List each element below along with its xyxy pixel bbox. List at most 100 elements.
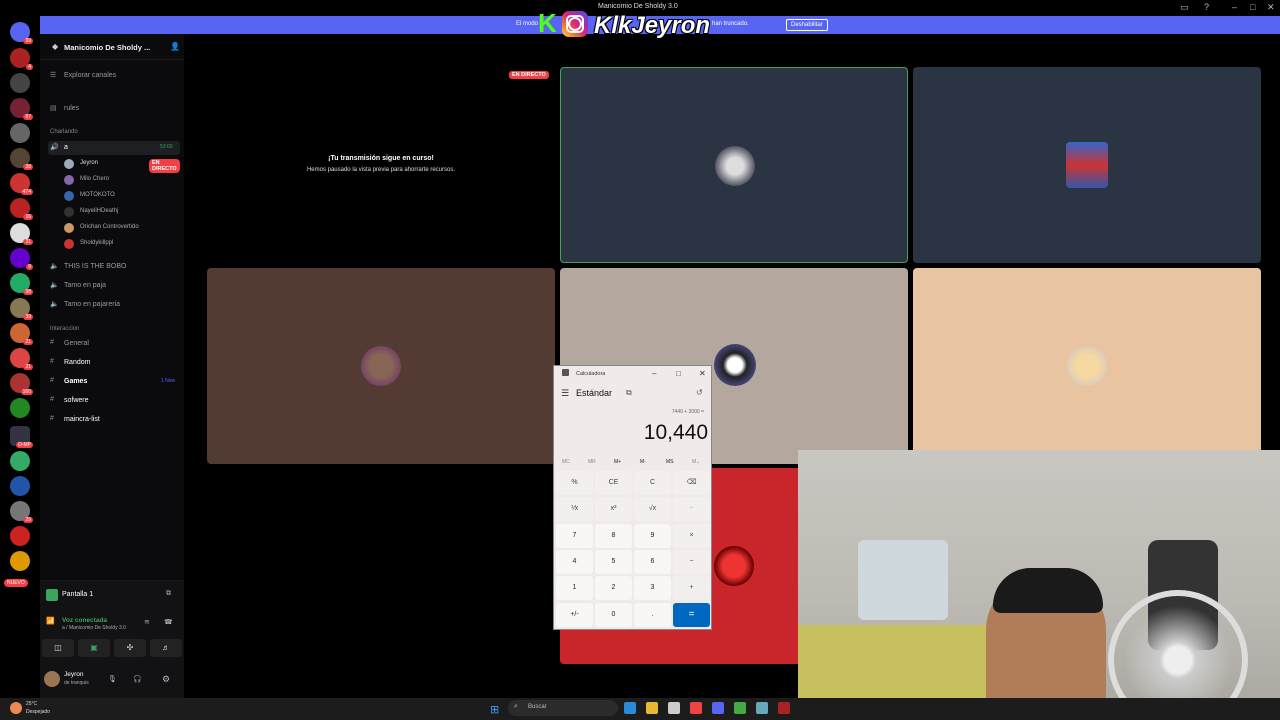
voice-user[interactable]: Orichan Controvertido — [64, 221, 178, 235]
maximize-button[interactable]: □ — [676, 369, 681, 378]
maximize-button[interactable]: □ — [1250, 2, 1255, 12]
text-channel[interactable]: # General — [48, 337, 180, 351]
banner-disable-button[interactable]: Deshabilitar — [786, 19, 828, 31]
participant-tile[interactable] — [207, 268, 555, 464]
negate-key[interactable]: +/- — [556, 603, 593, 627]
server-icon[interactable] — [10, 398, 30, 418]
explore-channels[interactable]: ☰ Explorar canales — [48, 69, 180, 83]
participant-tile[interactable] — [913, 67, 1261, 263]
text-channel[interactable]: # Games 1 New — [48, 375, 180, 389]
brave-icon[interactable] — [690, 702, 702, 714]
discord-home-icon[interactable]: 99 — [10, 22, 33, 44]
activities-button[interactable]: ✣ — [114, 639, 146, 657]
noise-suppression-icon[interactable]: ≋ — [144, 618, 150, 626]
equals-key[interactable]: = — [673, 603, 710, 627]
menu-icon[interactable]: ☰ — [561, 388, 569, 399]
server-icon[interactable] — [10, 451, 30, 471]
avatar[interactable] — [44, 671, 60, 687]
voice-connected[interactable]: Voz conectada — [62, 617, 107, 624]
divide-key[interactable]: ÷ — [673, 497, 710, 521]
voice-user[interactable]: MOTOKOTO — [64, 189, 178, 203]
reciprocal-key[interactable]: ⅟x — [556, 497, 593, 521]
server-icon[interactable] — [10, 551, 30, 571]
memory-subtract-button[interactable]: M- — [640, 459, 646, 465]
server-icon[interactable] — [10, 123, 30, 143]
calculator-window[interactable]: Calculadora – □ ✕ ☰ Estándar ⧉ ↺ 7440 + … — [553, 365, 712, 630]
add-key[interactable]: + — [673, 576, 710, 600]
server-icon[interactable] — [10, 526, 30, 546]
backspace-key[interactable]: ⌫ — [673, 471, 710, 495]
digit-5-key[interactable]: 5 — [595, 550, 632, 574]
category-charlando[interactable]: Charlando — [50, 129, 78, 135]
app-icon[interactable] — [734, 702, 746, 714]
participant-tile[interactable] — [913, 268, 1261, 464]
server-header[interactable]: ◆ Manicomio De Sholdy ... 👤 — [40, 34, 184, 60]
disconnect-icon[interactable]: ☎ — [164, 618, 173, 626]
inbox-icon[interactable]: ▭ — [1180, 2, 1189, 13]
voice-user[interactable]: Sholdykillppl — [64, 237, 178, 251]
digit-6-key[interactable]: 6 — [634, 550, 671, 574]
server-icon[interactable]: 39 — [10, 298, 33, 320]
store-icon[interactable] — [668, 702, 680, 714]
soundboard-button[interactable]: ♬ — [150, 639, 182, 657]
history-icon[interactable]: ↺ — [696, 388, 703, 397]
server-icon[interactable]: 21 — [10, 323, 33, 345]
close-button[interactable]: ✕ — [699, 369, 706, 378]
start-icon[interactable]: ⊞ — [490, 703, 499, 716]
search-box[interactable]: ⌕ Buscar — [508, 700, 618, 716]
server-icon[interactable]: 38 — [10, 148, 33, 170]
server-icon[interactable]: 98 — [10, 273, 33, 295]
edge-icon[interactable] — [624, 702, 636, 714]
digit-2-key[interactable]: 2 — [595, 576, 632, 600]
close-button[interactable]: ✕ — [1267, 2, 1275, 13]
camera-button[interactable]: ◫ — [42, 639, 74, 657]
server-icon[interactable]: 4 — [10, 48, 33, 70]
memory-recall-button[interactable]: MR — [588, 459, 596, 465]
gear-icon[interactable]: ⚙ — [162, 674, 170, 685]
invite-icon[interactable]: 👤 — [170, 42, 180, 51]
calculator-taskbar-icon[interactable] — [756, 702, 768, 714]
category-interaccion[interactable]: Interaccion — [50, 326, 79, 332]
clear-entry-key[interactable]: CE — [595, 471, 632, 495]
text-channel[interactable]: # sofwere — [48, 394, 180, 408]
digit-1-key[interactable]: 1 — [556, 576, 593, 600]
server-icon[interactable]: 9 — [10, 248, 33, 270]
headphones-icon[interactable]: 🎧 — [133, 675, 142, 683]
server-icon[interactable]: 160 — [10, 373, 33, 395]
voice-channel-a[interactable]: 🔊 a 53:03 — [48, 141, 180, 155]
decimal-key[interactable]: . — [634, 603, 671, 627]
multiply-key[interactable]: × — [673, 524, 710, 548]
keep-on-top-icon[interactable]: ⧉ — [626, 388, 632, 398]
server-icon[interactable]: 29 — [10, 501, 33, 523]
voice-channel-pajareria[interactable]: 🔈 Tamo en pajareria — [48, 298, 180, 312]
subtract-key[interactable]: − — [673, 550, 710, 574]
digit-8-key[interactable]: 8 — [595, 524, 632, 548]
voice-user[interactable]: Jeyron EN DIRECTO — [64, 157, 180, 173]
sqrt-key[interactable]: √x — [634, 497, 671, 521]
server-icon[interactable]: D-MP — [10, 426, 33, 448]
memory-clear-button[interactable]: MC — [562, 459, 570, 465]
digit-3-key[interactable]: 3 — [634, 576, 671, 600]
participant-tile-speaking[interactable] — [560, 67, 908, 263]
text-channel[interactable]: # maincra-list — [48, 413, 180, 427]
voice-user[interactable]: Milo Chero — [64, 173, 178, 187]
digit-4-key[interactable]: 4 — [556, 550, 593, 574]
screen-share-button[interactable]: ▣ — [78, 639, 110, 657]
voice-channel-bobo[interactable]: 🔈 THIS IS THE BOBO — [48, 260, 180, 274]
square-key[interactable]: x² — [595, 497, 632, 521]
percent-key[interactable]: % — [556, 471, 593, 495]
server-icon[interactable]: 87 — [10, 98, 33, 120]
voice-user[interactable]: NayeliHDeathj — [64, 205, 178, 219]
app-icon[interactable] — [778, 702, 790, 714]
channel-rules[interactable]: ▤ rules — [48, 102, 180, 116]
server-icon[interactable] — [10, 73, 30, 93]
microphone-icon[interactable]: 🎙 — [108, 675, 117, 683]
file-explorer-icon[interactable] — [646, 702, 658, 714]
minimize-button[interactable]: – — [1232, 2, 1237, 12]
memory-store-button[interactable]: MS — [666, 459, 674, 465]
help-icon[interactable]: ? — [1204, 2, 1209, 12]
server-icon[interactable]: 21 — [10, 348, 33, 370]
digit-7-key[interactable]: 7 — [556, 524, 593, 548]
voice-channel-paja[interactable]: 🔈 Tamo en paja — [48, 279, 180, 293]
memory-add-button[interactable]: M+ — [614, 459, 621, 465]
